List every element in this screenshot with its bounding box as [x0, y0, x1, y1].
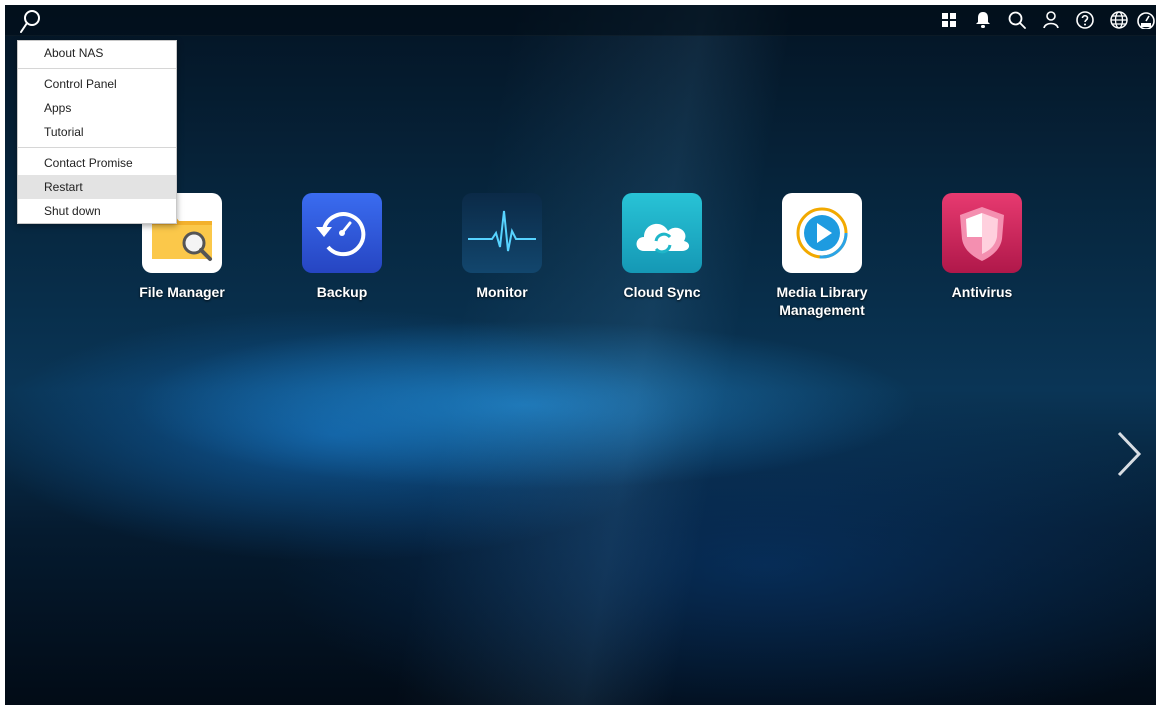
notification-bell-icon: [976, 12, 990, 28]
backup-icon: [316, 212, 366, 257]
user-button[interactable]: [1034, 5, 1068, 35]
monitor-icon: [468, 210, 536, 252]
menu-item-contact-promise[interactable]: Contact Promise: [18, 151, 176, 175]
help-button[interactable]: [1068, 5, 1102, 35]
menu-item-about-nas[interactable]: About NAS: [18, 41, 176, 65]
menu-item-tutorial[interactable]: Tutorial: [18, 120, 176, 144]
main-menu-dropdown: About NAS Control Panel Apps Tutorial Co…: [17, 40, 177, 224]
app-monitor[interactable]: Monitor: [432, 193, 572, 301]
desktop: About NAS Control Panel Apps Tutorial Co…: [5, 5, 1156, 705]
media-library-tile: [782, 193, 862, 273]
apps-grid-icon: [942, 13, 956, 27]
next-page-button[interactable]: [1107, 429, 1147, 479]
search-button[interactable]: [1000, 5, 1034, 35]
app-cloud-sync[interactable]: Cloud Sync: [592, 193, 732, 301]
app-label: Media Library Management: [776, 284, 868, 318]
cloud-sync-tile: [622, 193, 702, 273]
antivirus-icon: [960, 207, 1004, 261]
help-icon: [1076, 11, 1094, 29]
cloud-sync-icon: [636, 223, 690, 254]
search-icon: [1008, 11, 1026, 29]
app-label: Antivirus: [951, 284, 1013, 300]
chevron-right-icon: [1117, 431, 1142, 477]
main-menu-button[interactable]: [11, 7, 49, 35]
top-bar: [5, 5, 1156, 36]
dashboard-gauge-icon: [1137, 12, 1155, 29]
app-backup[interactable]: Backup: [272, 193, 412, 301]
media-library-icon: [796, 207, 848, 259]
app-label: File Manager: [139, 284, 225, 300]
user-icon: [1043, 11, 1059, 29]
language-globe-icon: [1110, 11, 1128, 29]
backup-tile: [302, 193, 382, 273]
app-label: Backup: [316, 284, 368, 300]
menu-item-control-panel[interactable]: Control Panel: [18, 72, 176, 96]
antivirus-tile: [942, 193, 1022, 273]
menu-item-restart[interactable]: Restart: [18, 175, 176, 199]
app-label: Cloud Sync: [623, 284, 701, 300]
menu-item-shut-down[interactable]: Shut down: [18, 199, 176, 223]
promise-logo-icon: [20, 10, 40, 33]
menu-divider: [18, 68, 176, 69]
menu-divider: [18, 147, 176, 148]
apps-grid-button[interactable]: [932, 5, 966, 35]
notification-button[interactable]: [966, 5, 1000, 35]
app-antivirus[interactable]: Antivirus: [912, 193, 1052, 301]
app-label: Monitor: [476, 284, 528, 300]
language-button[interactable]: [1102, 5, 1136, 35]
monitor-tile: [462, 193, 542, 273]
app-media-library-management[interactable]: Media Library Management: [752, 193, 892, 319]
dashboard-button[interactable]: [1136, 5, 1156, 35]
menu-item-apps[interactable]: Apps: [18, 96, 176, 120]
